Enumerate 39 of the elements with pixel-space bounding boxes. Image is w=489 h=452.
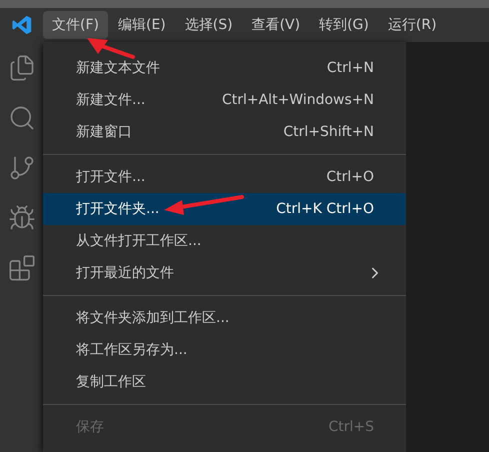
menu-item-label: 复制工作区 <box>76 372 146 392</box>
logo-icon <box>11 14 33 36</box>
menu-item[interactable]: 新建窗口 Ctrl+Shift+N <box>43 116 406 148</box>
menu-bar-item[interactable]: 选择(S) <box>176 11 242 39</box>
menu-item-label: 保存 <box>76 418 104 436</box>
menu-item-label: 新建文件... <box>76 90 146 110</box>
menu-item[interactable]: 新建文件... Ctrl+Alt+Windows+N <box>43 84 406 116</box>
menu-item[interactable]: 新建文本文件 Ctrl+N <box>43 52 406 84</box>
shortcut-label: Ctrl+Alt+Windows+N <box>222 90 374 110</box>
shortcut-label: Ctrl+O <box>326 168 374 186</box>
menu-item[interactable]: 打开文件夹... Ctrl+K Ctrl+O <box>43 193 406 225</box>
menu-item[interactable]: 将工作区另存为... <box>43 334 406 366</box>
search-icon[interactable] <box>8 104 36 132</box>
menu-item[interactable]: 打开文件... Ctrl+O <box>43 161 406 193</box>
menu-item-label: 打开文件... <box>76 168 146 186</box>
shortcut-label: Ctrl+N <box>326 58 374 78</box>
menu-item-label: 从文件打开工作区... <box>76 232 202 250</box>
menu-item-label: 打开文件夹... <box>76 200 160 218</box>
menu-item[interactable]: 复制工作区 <box>43 366 406 398</box>
shortcut-label: Ctrl+K Ctrl+O <box>276 200 374 218</box>
blocks-icon[interactable] <box>8 254 36 282</box>
menu-item-label: 将文件夹添加到工作区... <box>76 308 230 328</box>
menu-bar-item[interactable]: 运行(R) <box>378 11 446 39</box>
menu-item[interactable]: 从文件打开工作区... <box>43 225 406 257</box>
menu-item-label: 新建文本文件 <box>76 58 160 78</box>
menu-item-label: 将工作区另存为... <box>76 340 188 360</box>
bug-icon[interactable] <box>8 204 36 232</box>
shortcut-label: Ctrl+Shift+N <box>283 122 374 142</box>
shortcut-label: Ctrl+S <box>328 418 374 436</box>
menu-bar-item[interactable]: 查看(V) <box>242 11 310 39</box>
branch-icon[interactable] <box>8 154 36 182</box>
menu-item-label: 打开最近的文件 <box>76 264 174 282</box>
menu-bar-item[interactable]: 文件(F) <box>43 11 108 39</box>
menu-item-label: 新建窗口 <box>76 122 132 142</box>
menu-bar-item[interactable]: 编辑(E) <box>108 11 175 39</box>
menu-item[interactable]: 将文件夹添加到工作区... <box>43 302 406 334</box>
files-icon[interactable] <box>8 54 36 82</box>
menu-bar-item[interactable]: 转到(G) <box>310 11 378 39</box>
menu-item[interactable]: 打开最近的文件 <box>43 257 406 289</box>
